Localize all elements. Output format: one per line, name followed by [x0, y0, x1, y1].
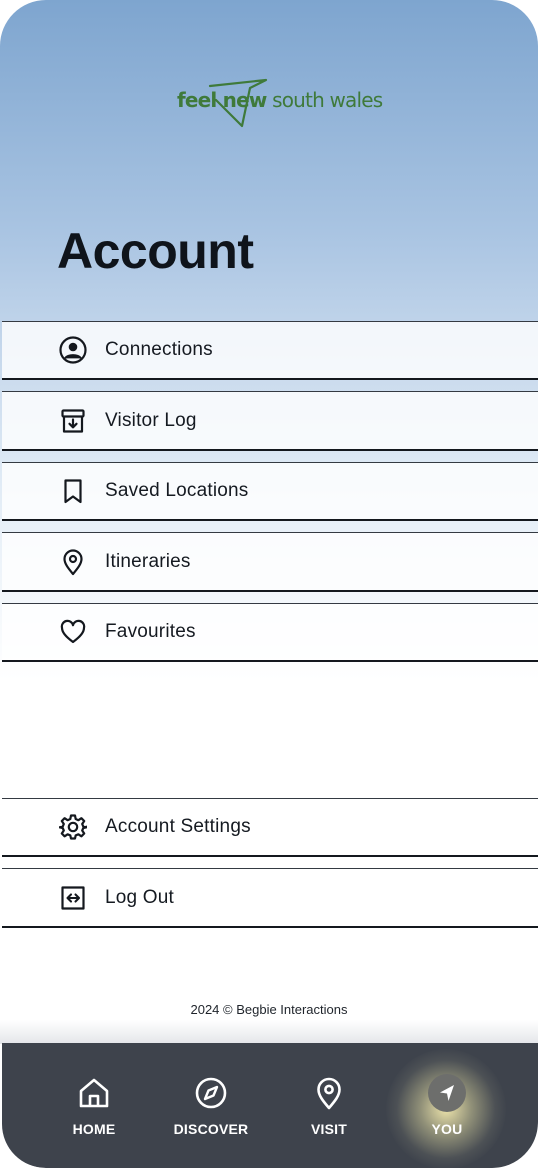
- menu-item-label: Visitor Log: [105, 409, 197, 431]
- menu-item-label: Favourites: [105, 621, 196, 642]
- navigation-arrow-icon: [427, 1073, 467, 1113]
- nav-item-home[interactable]: HOME: [44, 1043, 144, 1168]
- nav-label: HOME: [72, 1121, 116, 1137]
- logout-icon: [58, 883, 88, 913]
- logo-text-regular: south wales: [266, 88, 383, 112]
- nav-item-visit[interactable]: VISIT: [279, 1043, 379, 1168]
- bottom-nav: HOME DISCOVER VISIT YOU: [2, 1043, 538, 1168]
- logo-text: feel new south wales: [177, 88, 383, 112]
- user-circle-icon: [58, 335, 88, 365]
- menu-item-label: Account Settings: [105, 816, 251, 837]
- menu-item-visitor-log[interactable]: Visitor Log: [2, 391, 538, 451]
- menu-item-log-out[interactable]: Log Out: [2, 868, 538, 928]
- menu-item-label: Saved Locations: [105, 480, 249, 501]
- menu-item-account-settings[interactable]: Account Settings: [2, 798, 538, 857]
- menu-item-label: Log Out: [105, 886, 175, 908]
- footer-shadow: [0, 1020, 538, 1044]
- compass-icon: [191, 1073, 231, 1113]
- nav-item-you[interactable]: YOU: [397, 1043, 497, 1168]
- bookmark-icon: [58, 476, 88, 506]
- nav-item-discover[interactable]: DISCOVER: [161, 1043, 261, 1168]
- active-tab-disc: [428, 1074, 466, 1112]
- menu-item-saved-locations[interactable]: Saved Locations: [2, 462, 538, 521]
- logo-text-bold: feel new: [177, 88, 267, 112]
- nav-label: YOU: [431, 1121, 463, 1137]
- nav-label: DISCOVER: [173, 1121, 249, 1137]
- nav-label: VISIT: [310, 1121, 347, 1137]
- heart-icon: [58, 617, 88, 647]
- menu-item-itineraries[interactable]: Itineraries: [2, 532, 538, 592]
- menu-item-favourites[interactable]: Favourites: [2, 603, 538, 662]
- location-pin-icon: [309, 1073, 349, 1113]
- brand-logo: feel new south wales: [0, 74, 538, 130]
- gear-icon: [58, 812, 88, 842]
- home-icon: [74, 1073, 114, 1113]
- menu-item-label: Connections: [105, 339, 213, 360]
- page-title: Account: [57, 223, 254, 279]
- app-screen: feel new south wales Account Connections…: [0, 0, 538, 1168]
- menu-item-label: Itineraries: [105, 550, 191, 572]
- location-pin-icon: [58, 547, 88, 577]
- menu-item-connections[interactable]: Connections: [2, 321, 538, 380]
- copyright-text: 2024 © Begbie Interactions: [190, 1002, 348, 1017]
- archive-download-icon: [58, 406, 88, 436]
